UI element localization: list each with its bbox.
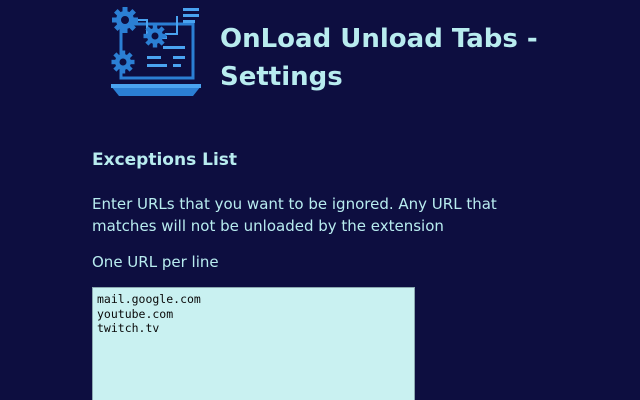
exceptions-urls-textarea[interactable]: mail.google.com youtube.com twitch.tv	[92, 287, 415, 400]
exceptions-heading: Exceptions List	[92, 150, 238, 170]
laptop-gears-logo-icon	[111, 7, 201, 96]
one-url-per-line-hint: One URL per line	[92, 253, 219, 271]
exceptions-description: Enter URLs that you want to be ignored. …	[92, 195, 497, 235]
settings-page: OnLoad Unload Tabs - Settings Exceptions…	[0, 0, 640, 400]
page-title: OnLoad Unload Tabs - Settings	[220, 24, 538, 92]
